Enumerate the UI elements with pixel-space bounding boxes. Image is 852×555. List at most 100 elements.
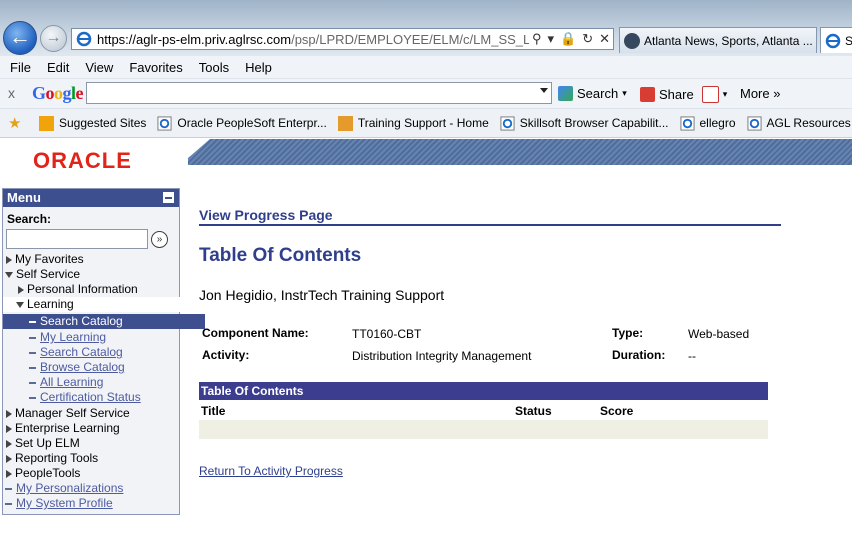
chevron-down-icon[interactable] xyxy=(540,88,548,93)
tab-label: Se xyxy=(845,34,852,48)
dash-icon xyxy=(29,351,36,354)
google-toolbar: x Google Search ▾ Share ▾ More » xyxy=(0,78,852,108)
menu-view[interactable]: View xyxy=(85,60,113,75)
column-title: Title xyxy=(201,404,226,418)
share-icon xyxy=(640,87,655,102)
url-host: https://aglr-ps-elm.priv.aglrsc.com xyxy=(97,31,292,47)
tab-atlanta-news[interactable]: Atlanta News, Sports, Atlanta ... xyxy=(619,27,817,53)
more-button[interactable]: More » xyxy=(740,86,780,101)
google-search-icon xyxy=(558,86,573,101)
refresh-icon[interactable]: ↻ xyxy=(582,31,593,47)
back-button[interactable]: ← xyxy=(3,21,37,55)
lock-icon[interactable]: 🔒 xyxy=(560,31,576,47)
menu-item-all-learning[interactable]: All Learning xyxy=(3,375,205,390)
double-chevron-right-icon: » xyxy=(156,234,163,245)
fav-training-support[interactable]: Training Support - Home xyxy=(337,115,489,131)
column-score: Score xyxy=(600,404,634,418)
learner-name: Jon Hegidio, InstrTech Training Support xyxy=(199,287,445,303)
triangle-down-icon xyxy=(5,271,13,278)
menu-item-enterprise-learning[interactable]: Enterprise Learning xyxy=(3,421,182,436)
menu-item-my-personalizations[interactable]: My Personalizations xyxy=(3,481,181,496)
menu-file[interactable]: File xyxy=(10,60,31,75)
collapse-menu-icon[interactable] xyxy=(163,192,174,203)
menu-title-text: Menu xyxy=(7,190,41,205)
menu-favorites[interactable]: Favorites xyxy=(129,60,182,75)
menu-item-reporting-tools[interactable]: Reporting Tools xyxy=(3,451,182,466)
menu-item-learning[interactable]: Learning xyxy=(3,297,192,312)
menu-item-search-catalog[interactable]: Search Catalog xyxy=(3,345,205,360)
ie-page-icon xyxy=(76,31,92,47)
ajc-site-icon xyxy=(624,32,640,49)
fav-oracle-peoplesoft[interactable]: Oracle PeopleSoft Enterpr... xyxy=(157,115,327,131)
translate-icon[interactable] xyxy=(701,86,719,103)
menu-item-browse-catalog[interactable]: Browse Catalog xyxy=(3,360,205,375)
menu-item-label: Self Service xyxy=(16,267,81,281)
menu-item-my-system-profile[interactable]: My System Profile xyxy=(3,496,181,511)
menu-item-label: Learning xyxy=(27,297,74,311)
stop-icon[interactable]: ✕ xyxy=(599,31,610,47)
fav-agl-resources[interactable]: AGL Resources - Please xyxy=(747,115,852,131)
chevron-down-icon[interactable]: ▾ xyxy=(723,89,728,100)
menu-title: Menu xyxy=(3,189,179,207)
address-bar[interactable]: https://aglr-ps-elm.priv.aglrsc.com/psp/… xyxy=(71,28,614,50)
menu-item-label: My Personalizations xyxy=(16,481,124,495)
menu-item-search-catalog-selected[interactable]: Search Catalog xyxy=(3,314,205,329)
menu-item-label: Search Catalog xyxy=(40,345,123,359)
fav-suggested-sites[interactable]: Suggested Sites xyxy=(39,115,146,131)
search-label: Search xyxy=(577,86,619,101)
menu-search-input[interactable] xyxy=(6,229,148,249)
menu-item-certification-status[interactable]: Certification Status xyxy=(3,390,205,405)
triangle-right-icon xyxy=(6,454,12,463)
menu-item-my-favorites[interactable]: My Favorites xyxy=(3,252,182,267)
arrow-left-icon: ← xyxy=(9,24,31,49)
type-label: Type: xyxy=(612,326,644,340)
component-name-value: TT0160-CBT xyxy=(352,327,422,341)
triangle-down-icon xyxy=(16,301,24,308)
dash-icon xyxy=(29,336,36,339)
tab-second[interactable]: Se xyxy=(820,27,852,53)
dropdown-icon[interactable]: ▾ xyxy=(547,31,554,47)
menu-item-label: My Favorites xyxy=(15,252,84,266)
google-search-button[interactable]: Search ▾ xyxy=(558,86,627,101)
menu-search-go-button[interactable]: » xyxy=(151,231,168,248)
menu-help[interactable]: Help xyxy=(245,60,272,75)
menu-tools[interactable]: Tools xyxy=(199,60,229,75)
share-button[interactable]: Share ▾ xyxy=(640,86,727,103)
column-status: Status xyxy=(515,404,552,418)
menu-item-label: My System Profile xyxy=(16,496,113,510)
address-url[interactable]: https://aglr-ps-elm.priv.aglrsc.com/psp/… xyxy=(97,32,529,47)
triangle-right-icon xyxy=(6,424,12,433)
fav-ellegro[interactable]: ellegro xyxy=(679,115,736,131)
triangle-right-icon xyxy=(6,255,12,264)
google-search-input[interactable] xyxy=(86,82,552,104)
search-icon[interactable]: ⚲ xyxy=(532,31,542,47)
star-icon: ★ xyxy=(8,114,22,132)
close-toolbar-icon[interactable]: x xyxy=(8,85,15,101)
menu-edit[interactable]: Edit xyxy=(47,60,69,75)
menu-item-peopletools[interactable]: PeopleTools xyxy=(3,466,182,481)
menu-item-label: PeopleTools xyxy=(15,466,81,480)
menu-item-manager-self-service[interactable]: Manager Self Service xyxy=(3,406,182,421)
fav-skillsoft[interactable]: Skillsoft Browser Capabilit... xyxy=(500,115,669,131)
return-to-activity-progress-link[interactable]: Return To Activity Progress xyxy=(199,464,343,478)
menu-item-my-learning[interactable]: My Learning xyxy=(3,330,205,345)
ie-page-icon xyxy=(679,115,695,131)
activity-value: Distribution Integrity Management xyxy=(352,349,532,363)
header-stripe xyxy=(188,139,852,165)
menu-item-label: Enterprise Learning xyxy=(15,421,120,435)
favorites-star[interactable]: ★ xyxy=(8,116,28,131)
navigation-menu: Menu Search: » My Favorites Self Service… xyxy=(2,188,205,515)
menu-search-label: Search: xyxy=(7,212,52,226)
tab-label: Atlanta News, Sports, Atlanta ... xyxy=(644,33,813,48)
menu-item-personal-information[interactable]: Personal Information xyxy=(3,282,194,297)
menu-item-label: Certification Status xyxy=(40,390,141,404)
ie-page-icon xyxy=(157,115,172,131)
menu-item-self-service[interactable]: Self Service xyxy=(3,267,181,282)
triangle-right-icon xyxy=(6,439,12,448)
menu-item-label: All Learning xyxy=(40,375,104,389)
forward-button[interactable]: → xyxy=(40,25,67,52)
menu-item-set-up-elm[interactable]: Set Up ELM xyxy=(3,436,182,451)
ie-page-icon xyxy=(747,115,762,131)
page-heading: View Progress Page xyxy=(199,207,333,223)
fav-label: ellegro xyxy=(699,116,736,130)
